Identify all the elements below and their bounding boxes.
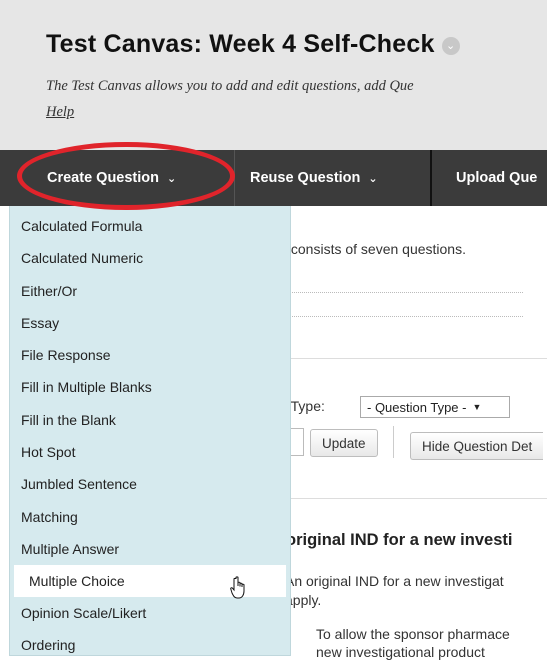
button-separator (393, 426, 394, 458)
dropdown-arrow-icon: ▼ (472, 402, 482, 412)
answer-option: To allow the sponsor pharmace (316, 626, 510, 642)
create-question-menu: Calculated Formula Calculated Numeric Ei… (9, 206, 291, 656)
title-row: Test Canvas: Week 4 Self-Check ⌄ (46, 30, 460, 59)
reuse-question-label: Reuse Question (250, 170, 361, 186)
chevron-down-icon: ⌄ (167, 172, 177, 185)
question-title: original IND for a new investi (286, 531, 513, 549)
menu-item-jumbled-sentence[interactable]: Jumbled Sentence (10, 468, 290, 500)
menu-item-hot-spot[interactable]: Hot Spot (10, 436, 290, 468)
reuse-question-button[interactable]: Reuse Question ⌄ (250, 150, 378, 206)
menu-item-opinion-scale-likert[interactable]: Opinion Scale/Likert (10, 597, 290, 629)
update-button[interactable]: Update (310, 429, 378, 457)
menu-item-calculated-formula[interactable]: Calculated Formula (10, 210, 290, 242)
dotted-divider (278, 316, 523, 317)
section-divider (278, 358, 547, 359)
help-link[interactable]: Help (46, 104, 74, 121)
toolbar-divider (234, 150, 235, 206)
menu-item-matching[interactable]: Matching (10, 501, 290, 533)
menu-item-ordering[interactable]: Ordering (10, 629, 290, 661)
question-type-select-value: - Question Type - (367, 399, 467, 415)
page-description: The Test Canvas allows you to add and ed… (46, 78, 414, 94)
answer-option: new investigational product (316, 644, 485, 660)
menu-item-fill-in-multiple-blanks[interactable]: Fill in Multiple Blanks (10, 371, 290, 403)
title-options-chevron-icon[interactable]: ⌄ (441, 37, 460, 55)
chevron-down-icon: ⌄ (368, 172, 378, 185)
hand-pointer-cursor-icon (230, 576, 245, 599)
menu-item-multiple-answer[interactable]: Multiple Answer (10, 533, 290, 565)
page-header: Test Canvas: Week 4 Self-Check ⌄ The Tes… (0, 0, 547, 150)
question-type-select[interactable]: - Question Type - ▼ (360, 396, 510, 418)
create-question-button[interactable]: Create Question ⌄ (47, 150, 176, 206)
upload-questions-label: Upload Que (456, 170, 538, 186)
menu-item-fill-in-the-blank[interactable]: Fill in the Blank (10, 404, 290, 436)
menu-item-essay[interactable]: Essay (10, 307, 290, 339)
menu-item-either-or[interactable]: Either/Or (10, 275, 290, 307)
action-bar: Create Question ⌄ Reuse Question ⌄ Uploa… (0, 150, 547, 206)
create-question-label: Create Question (47, 170, 159, 186)
page-title: Test Canvas: Week 4 Self-Check (46, 30, 435, 58)
section-divider (278, 498, 547, 499)
menu-item-file-response[interactable]: File Response (10, 339, 290, 371)
intro-text: k consists of seven questions. (280, 241, 466, 257)
upload-questions-button[interactable]: Upload Que (430, 150, 537, 206)
question-text: An original IND for a new investigat (285, 573, 504, 589)
dotted-divider (278, 292, 523, 293)
hide-question-details-button[interactable]: Hide Question Det (410, 432, 544, 460)
menu-item-calculated-numeric[interactable]: Calculated Numeric (10, 242, 290, 274)
